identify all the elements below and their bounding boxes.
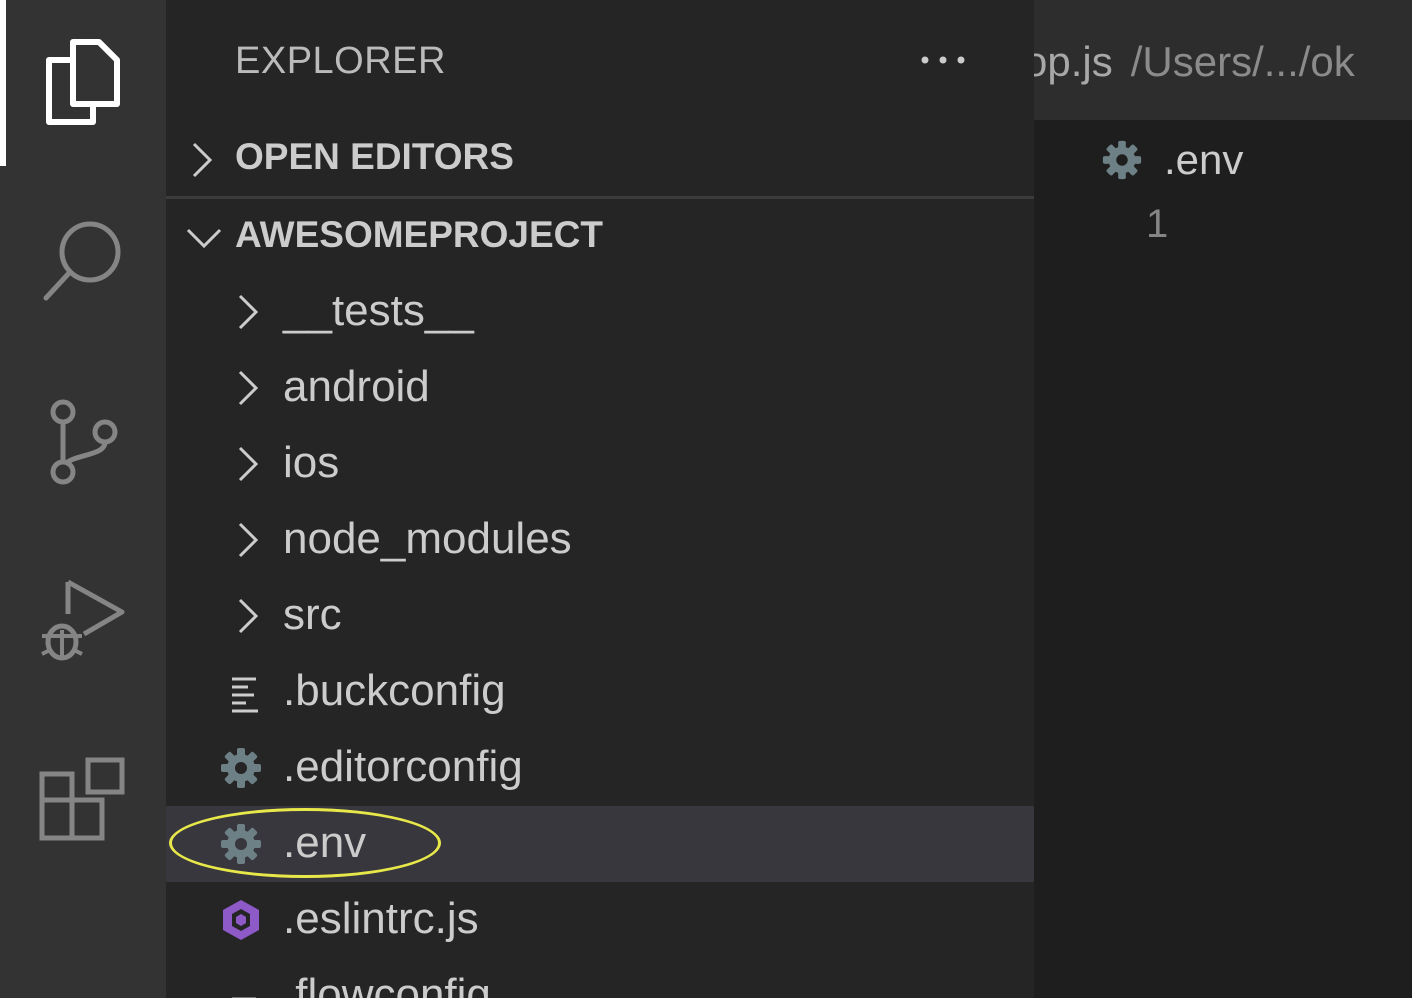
tree-item-label: __tests__	[283, 286, 474, 335]
files-icon	[46, 39, 120, 125]
tree-file-buckconfig[interactable]: .buckconfig	[166, 654, 1034, 730]
activity-bar	[0, 0, 166, 998]
chevron-right-icon	[238, 598, 259, 634]
explorer-sidebar: EXPLORER OPEN EDITORS AWESOMEPROJECT __t…	[166, 0, 1034, 998]
eslint-icon	[223, 900, 259, 940]
tree-item-label: node_modules	[283, 514, 572, 563]
tree-folder-node-modules[interactable]: node_modules	[166, 502, 1034, 578]
line-number: 1	[1146, 202, 1169, 246]
tree-item-label: .editorconfig	[283, 742, 523, 791]
chevron-right-icon	[238, 522, 259, 558]
section-open-editors[interactable]: OPEN EDITORS	[166, 120, 1034, 196]
tree-folder-tests[interactable]: __tests__	[166, 274, 1034, 350]
more-actions-icon[interactable]	[920, 50, 966, 70]
chevron-right-icon	[192, 142, 213, 178]
editor-area: op.js/Users/.../ok .env 1	[1034, 0, 1412, 998]
tab-filename: op.js	[1034, 38, 1113, 85]
tree-file-flowconfig[interactable]: .flowconfig	[166, 958, 1034, 998]
editor-tab[interactable]: op.js/Users/.../ok	[1034, 38, 1355, 86]
explorer-header: EXPLORER	[166, 0, 1034, 120]
gear-icon	[221, 748, 261, 788]
tree-folder-src[interactable]: src	[166, 578, 1034, 654]
tree-item-label: .eslintrc.js	[283, 894, 479, 943]
explorer-title: EXPLORER	[235, 40, 446, 82]
section-awesomeproject[interactable]: AWESOMEPROJECT	[166, 198, 1034, 274]
highlight-annotation-ring	[169, 808, 441, 878]
explorer-activity-button[interactable]	[0, 0, 166, 166]
chevron-down-icon	[186, 228, 222, 249]
extensions-activity-button[interactable]	[0, 716, 166, 882]
tree-item-label: src	[283, 590, 342, 639]
tree-file-editorconfig[interactable]: .editorconfig	[166, 730, 1034, 806]
chevron-right-icon	[238, 370, 259, 406]
tree-file-env[interactable]: .env	[166, 806, 1034, 882]
breadcrumb-file: .env	[1164, 136, 1244, 183]
tree-item-label: .flowconfig	[283, 970, 491, 998]
source-control-activity-button[interactable]	[0, 360, 166, 526]
search-activity-button[interactable]	[0, 178, 166, 344]
tree-item-label: android	[283, 362, 430, 411]
search-icon	[43, 221, 121, 301]
lines-icon	[232, 677, 258, 713]
tree-file-eslintrc[interactable]: .eslintrc.js	[166, 882, 1034, 958]
section-label: OPEN EDITORS	[235, 136, 514, 177]
section-label: AWESOMEPROJECT	[235, 214, 603, 255]
run-debug-activity-button[interactable]	[0, 538, 166, 704]
source-control-icon	[50, 399, 118, 485]
tree-folder-ios[interactable]: ios	[166, 426, 1034, 502]
tree-item-label: ios	[283, 438, 340, 487]
chevron-right-icon	[238, 446, 259, 482]
run-debug-icon	[41, 579, 125, 661]
gear-icon	[1102, 140, 1142, 180]
tab-path: /Users/.../ok	[1130, 38, 1355, 85]
tree-item-label: .buckconfig	[283, 666, 506, 715]
editor-tab-bar: op.js/Users/.../ok	[1034, 0, 1412, 120]
extensions-icon	[39, 757, 125, 841]
tree-folder-android[interactable]: android	[166, 350, 1034, 426]
lines-icon	[232, 997, 256, 998]
chevron-right-icon	[238, 294, 259, 330]
